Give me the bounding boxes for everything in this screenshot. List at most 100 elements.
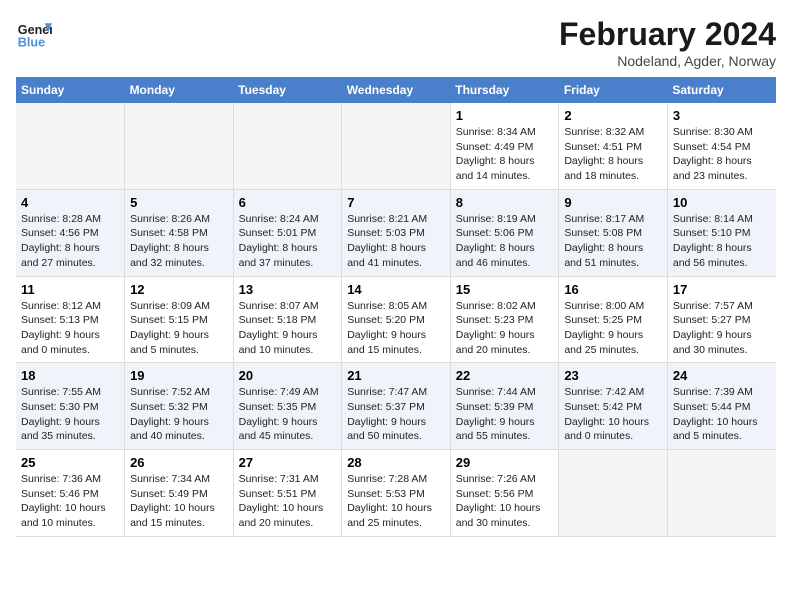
day-info: Sunrise: 7:47 AM Sunset: 5:37 PM Dayligh… [347, 385, 445, 444]
calendar-cell: 19 Sunrise: 7:52 AM Sunset: 5:32 PM Dayli… [125, 363, 234, 450]
calendar-table: SundayMondayTuesdayWednesdayThursdayFrid… [16, 77, 776, 537]
calendar-cell [125, 103, 234, 189]
day-info: Sunrise: 7:49 AM Sunset: 5:35 PM Dayligh… [239, 385, 337, 444]
day-number: 8 [456, 195, 554, 210]
day-info: Sunrise: 7:52 AM Sunset: 5:32 PM Dayligh… [130, 385, 228, 444]
day-number: 1 [456, 108, 554, 123]
calendar-week-1: 1 Sunrise: 8:34 AM Sunset: 4:49 PM Daylig… [16, 103, 776, 189]
logo-icon: General Blue [16, 16, 52, 52]
calendar-body: 1 Sunrise: 8:34 AM Sunset: 4:49 PM Daylig… [16, 103, 776, 536]
day-info: Sunrise: 7:28 AM Sunset: 5:53 PM Dayligh… [347, 472, 445, 531]
calendar-cell: 1 Sunrise: 8:34 AM Sunset: 4:49 PM Daylig… [450, 103, 559, 189]
day-number: 19 [130, 368, 228, 383]
calendar-cell: 16 Sunrise: 8:00 AM Sunset: 5:25 PM Dayli… [559, 276, 668, 363]
weekday-header-friday: Friday [559, 77, 668, 103]
day-number: 17 [673, 282, 771, 297]
calendar-cell: 13 Sunrise: 8:07 AM Sunset: 5:18 PM Dayli… [233, 276, 342, 363]
weekday-header-wednesday: Wednesday [342, 77, 451, 103]
day-number: 14 [347, 282, 445, 297]
day-info: Sunrise: 7:42 AM Sunset: 5:42 PM Dayligh… [564, 385, 662, 444]
calendar-cell: 6 Sunrise: 8:24 AM Sunset: 5:01 PM Daylig… [233, 189, 342, 276]
calendar-cell: 4 Sunrise: 8:28 AM Sunset: 4:56 PM Daylig… [16, 189, 125, 276]
day-number: 2 [564, 108, 662, 123]
calendar-cell: 15 Sunrise: 8:02 AM Sunset: 5:23 PM Dayli… [450, 276, 559, 363]
day-number: 29 [456, 455, 554, 470]
month-title: February 2024 [559, 16, 776, 53]
calendar-cell: 9 Sunrise: 8:17 AM Sunset: 5:08 PM Daylig… [559, 189, 668, 276]
svg-text:Blue: Blue [18, 36, 45, 50]
logo: General Blue [16, 16, 52, 52]
day-number: 13 [239, 282, 337, 297]
day-number: 6 [239, 195, 337, 210]
day-info: Sunrise: 7:39 AM Sunset: 5:44 PM Dayligh… [673, 385, 771, 444]
calendar-week-4: 18Sunrise: 7:55 AM Sunset: 5:30 PM Dayli… [16, 363, 776, 450]
calendar-cell: 25 Sunrise: 7:36 AM Sunset: 5:46 PM Dayli… [16, 450, 125, 537]
calendar-cell: 7Sunrise: 8:21 AM Sunset: 5:03 PM Daylig… [342, 189, 451, 276]
day-info: Sunrise: 8:07 AM Sunset: 5:18 PM Dayligh… [239, 299, 337, 358]
day-info: Sunrise: 8:02 AM Sunset: 5:23 PM Dayligh… [456, 299, 554, 358]
day-info: Sunrise: 8:24 AM Sunset: 5:01 PM Dayligh… [239, 212, 337, 271]
day-info: Sunrise: 8:26 AM Sunset: 4:58 PM Dayligh… [130, 212, 228, 271]
day-info: Sunrise: 8:34 AM Sunset: 4:49 PM Dayligh… [456, 125, 554, 184]
day-number: 21 [347, 368, 445, 383]
day-info: Sunrise: 8:14 AM Sunset: 5:10 PM Dayligh… [673, 212, 771, 271]
weekday-header-thursday: Thursday [450, 77, 559, 103]
title-area: February 2024 Nodeland, Agder, Norway [559, 16, 776, 69]
day-number: 25 [21, 455, 119, 470]
day-number: 11 [21, 282, 119, 297]
day-number: 3 [673, 108, 771, 123]
day-info: Sunrise: 7:31 AM Sunset: 5:51 PM Dayligh… [239, 472, 337, 531]
day-number: 4 [21, 195, 119, 210]
day-number: 26 [130, 455, 228, 470]
weekday-header-tuesday: Tuesday [233, 77, 342, 103]
calendar-cell: 27Sunrise: 7:31 AM Sunset: 5:51 PM Dayli… [233, 450, 342, 537]
calendar-cell: 14 Sunrise: 8:05 AM Sunset: 5:20 PM Dayli… [342, 276, 451, 363]
day-number: 28 [347, 455, 445, 470]
day-info: Sunrise: 8:00 AM Sunset: 5:25 PM Dayligh… [564, 299, 662, 358]
calendar-cell [233, 103, 342, 189]
calendar-cell: 11 Sunrise: 8:12 AM Sunset: 5:13 PM Dayli… [16, 276, 125, 363]
day-info: Sunrise: 8:05 AM Sunset: 5:20 PM Dayligh… [347, 299, 445, 358]
calendar-week-5: 25 Sunrise: 7:36 AM Sunset: 5:46 PM Dayli… [16, 450, 776, 537]
day-info: Sunrise: 7:36 AM Sunset: 5:46 PM Dayligh… [21, 472, 119, 531]
calendar-cell: 17 Sunrise: 7:57 AM Sunset: 5:27 PM Dayli… [667, 276, 776, 363]
calendar-cell: 21 Sunrise: 7:47 AM Sunset: 5:37 PM Dayli… [342, 363, 451, 450]
calendar-cell: 2 Sunrise: 8:32 AM Sunset: 4:51 PM Daylig… [559, 103, 668, 189]
calendar-cell: 24 Sunrise: 7:39 AM Sunset: 5:44 PM Dayli… [667, 363, 776, 450]
day-info: Sunrise: 8:12 AM Sunset: 5:13 PM Dayligh… [21, 299, 119, 358]
day-number: 5 [130, 195, 228, 210]
calendar-cell: 3Sunrise: 8:30 AM Sunset: 4:54 PM Daylig… [667, 103, 776, 189]
weekday-header-monday: Monday [125, 77, 234, 103]
calendar-cell: 28 Sunrise: 7:28 AM Sunset: 5:53 PM Dayli… [342, 450, 451, 537]
calendar-cell: 8Sunrise: 8:19 AM Sunset: 5:06 PM Daylig… [450, 189, 559, 276]
calendar-cell [667, 450, 776, 537]
calendar-cell: 29 Sunrise: 7:26 AM Sunset: 5:56 PM Dayli… [450, 450, 559, 537]
day-number: 24 [673, 368, 771, 383]
calendar-cell [16, 103, 125, 189]
day-info: Sunrise: 8:09 AM Sunset: 5:15 PM Dayligh… [130, 299, 228, 358]
calendar-cell [342, 103, 451, 189]
day-info: Sunrise: 8:28 AM Sunset: 4:56 PM Dayligh… [21, 212, 119, 271]
day-info: Sunrise: 7:44 AM Sunset: 5:39 PM Dayligh… [456, 385, 554, 444]
day-number: 12 [130, 282, 228, 297]
calendar-week-2: 4 Sunrise: 8:28 AM Sunset: 4:56 PM Daylig… [16, 189, 776, 276]
calendar-cell: 26 Sunrise: 7:34 AM Sunset: 5:49 PM Dayli… [125, 450, 234, 537]
day-info: Sunrise: 7:26 AM Sunset: 5:56 PM Dayligh… [456, 472, 554, 531]
calendar-cell: 10Sunrise: 8:14 AM Sunset: 5:10 PM Dayli… [667, 189, 776, 276]
day-info: Sunrise: 7:34 AM Sunset: 5:49 PM Dayligh… [130, 472, 228, 531]
day-number: 16 [564, 282, 662, 297]
day-number: 22 [456, 368, 554, 383]
calendar-cell: 23Sunrise: 7:42 AM Sunset: 5:42 PM Dayli… [559, 363, 668, 450]
calendar-cell [559, 450, 668, 537]
day-number: 15 [456, 282, 554, 297]
day-number: 7 [347, 195, 445, 210]
day-info: Sunrise: 7:57 AM Sunset: 5:27 PM Dayligh… [673, 299, 771, 358]
day-info: Sunrise: 8:32 AM Sunset: 4:51 PM Dayligh… [564, 125, 662, 184]
location-subtitle: Nodeland, Agder, Norway [559, 53, 776, 69]
day-info: Sunrise: 8:17 AM Sunset: 5:08 PM Dayligh… [564, 212, 662, 271]
calendar-cell: 12 Sunrise: 8:09 AM Sunset: 5:15 PM Dayli… [125, 276, 234, 363]
day-number: 9 [564, 195, 662, 210]
weekday-header-saturday: Saturday [667, 77, 776, 103]
day-number: 20 [239, 368, 337, 383]
calendar-week-3: 11 Sunrise: 8:12 AM Sunset: 5:13 PM Dayli… [16, 276, 776, 363]
